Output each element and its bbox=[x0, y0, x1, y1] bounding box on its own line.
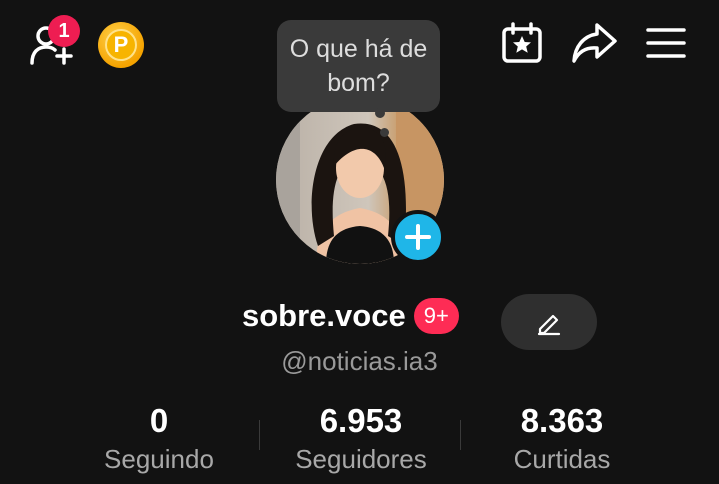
stat-likes[interactable]: 8.363 Curtidas bbox=[462, 400, 662, 476]
stats-divider bbox=[259, 420, 260, 450]
profile-stats: 0 Seguindo 6.953 Seguidores 8.363 Curtid… bbox=[0, 400, 719, 484]
edit-profile-button[interactable] bbox=[501, 294, 597, 350]
top-right-actions bbox=[499, 20, 689, 66]
calendar-button[interactable] bbox=[499, 20, 545, 66]
share-icon bbox=[572, 23, 617, 63]
stats-divider bbox=[460, 420, 461, 450]
menu-button[interactable] bbox=[643, 20, 689, 66]
stat-following[interactable]: 0 Seguindo bbox=[59, 400, 259, 476]
add-friend-button[interactable]: 1 bbox=[28, 15, 80, 67]
stat-following-value: 0 bbox=[149, 402, 169, 439]
plus-icon bbox=[405, 224, 431, 250]
coin-icon: P bbox=[105, 29, 137, 61]
username: sobre.voce bbox=[242, 298, 406, 333]
profile-handle: @noticias.ia3 bbox=[281, 346, 438, 376]
bubble-tail bbox=[375, 108, 385, 118]
friend-request-badge: 1 bbox=[48, 15, 80, 47]
add-story-button[interactable] bbox=[391, 210, 445, 264]
top-left-actions: 1 P bbox=[28, 14, 144, 68]
pencil-icon bbox=[537, 314, 561, 336]
stat-likes-value: 8.363 bbox=[520, 402, 604, 439]
calendar-star-icon bbox=[502, 22, 542, 63]
stat-likes-label: Curtidas bbox=[513, 444, 611, 474]
profile-screen: 1 P O que há de bom? sobre.voce 9+ @noti… bbox=[0, 0, 719, 484]
stat-followers-label: Seguidores bbox=[295, 444, 427, 474]
stat-followers-value: 6.953 bbox=[319, 402, 403, 439]
status-bubble-text: O que há de bom? bbox=[289, 35, 428, 97]
stat-followers[interactable]: 6.953 Seguidores bbox=[261, 400, 461, 476]
status-bubble[interactable]: O que há de bom? bbox=[277, 20, 440, 112]
username-row: sobre.voce 9+ bbox=[242, 298, 459, 334]
notification-badge[interactable]: 9+ bbox=[413, 298, 459, 334]
bubble-dot bbox=[380, 128, 389, 137]
coin-button[interactable]: P bbox=[98, 22, 144, 68]
menu-icon bbox=[646, 28, 686, 58]
stat-following-label: Seguindo bbox=[104, 444, 214, 474]
share-button[interactable] bbox=[571, 20, 617, 66]
